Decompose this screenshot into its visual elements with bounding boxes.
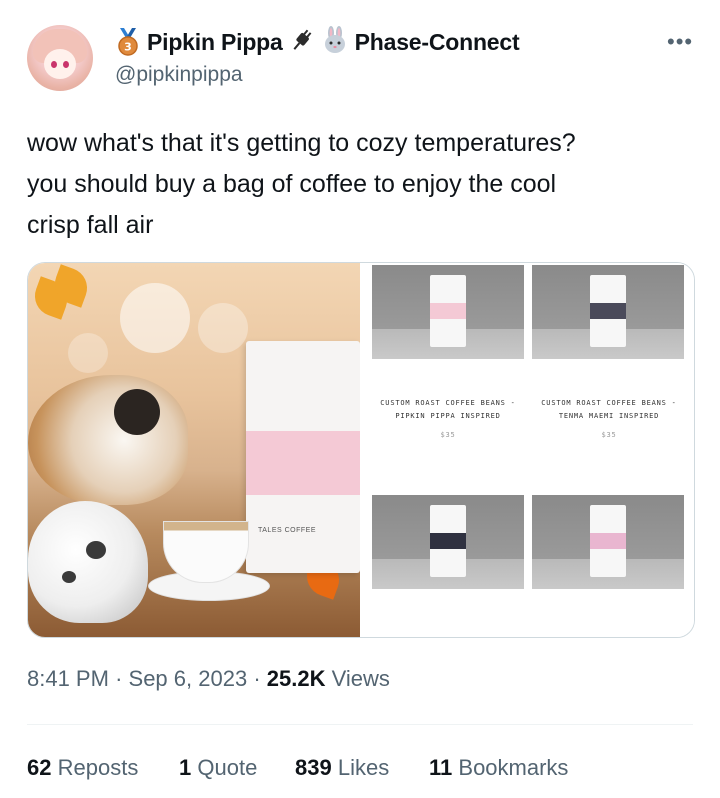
avatar-face: [44, 49, 76, 79]
medal-number: 3: [124, 41, 132, 54]
product-bag-label: [430, 303, 466, 319]
product-title-1: CUSTOM ROAST COFFEE BEANS - PIPKIN PIPPA…: [380, 399, 516, 420]
quotes-count: 1: [179, 755, 192, 780]
product-bag: [430, 275, 466, 347]
display-name[interactable]: Pipkin Pippa: [147, 29, 283, 56]
product-bag: [590, 275, 626, 347]
medal-icon: 3: [115, 28, 141, 56]
rabbit: [28, 501, 148, 623]
coffee-bag-brand: TALES COFFEE: [258, 527, 316, 534]
tweet-text: wow what's that it's getting to cozy tem…: [27, 129, 576, 239]
product-bag-label: [430, 533, 466, 549]
rabbit-emoji-icon: [321, 25, 349, 59]
separator: ·: [115, 666, 123, 691]
reposts-count: 62: [27, 755, 52, 780]
product-bag-label: [590, 533, 626, 549]
tweet-timestamp: 8:41 PM · Sep 6, 2023 · 25.2K Views: [27, 666, 390, 692]
reposts-stat[interactable]: 62 Reposts: [27, 755, 138, 781]
reposts-label: Reposts: [57, 755, 139, 780]
views-label: Views: [331, 666, 390, 691]
product-photo-4: [532, 495, 684, 589]
likes-stat[interactable]: 839 Likes: [295, 755, 389, 781]
name-row: 3 Pipkin Pippa Phase-Connect: [115, 25, 520, 59]
bokeh-light: [198, 303, 248, 353]
media-image[interactable]: TALES COFFEE CUSTOM ROAST COFFEE BEANS -…: [27, 262, 695, 638]
bokeh-light: [68, 333, 108, 373]
quotes-stat[interactable]: 1 Quote: [179, 755, 257, 781]
rabbit-spot: [62, 571, 76, 583]
views-count: 25.2K: [266, 666, 326, 691]
product-bag-label: [590, 303, 626, 319]
rabbit-patch: [114, 389, 160, 435]
avatar[interactable]: [27, 25, 93, 91]
bokeh-light: [120, 283, 190, 353]
plug-icon: [289, 27, 315, 58]
rabbit: [28, 375, 188, 505]
likes-label: Likes: [337, 755, 390, 780]
product-bag: [590, 505, 626, 577]
product-title-2: CUSTOM ROAST COFFEE BEANS - TENMA MAEMI …: [541, 399, 677, 420]
bookmarks-stat[interactable]: 11 Bookmarks: [429, 755, 568, 781]
tweet-date[interactable]: Sep 6, 2023: [129, 666, 248, 691]
affiliation-name[interactable]: Phase-Connect: [355, 29, 520, 56]
product-photo-2: [532, 265, 684, 359]
bookmarks-label: Bookmarks: [458, 755, 569, 780]
more-options-button[interactable]: •••: [667, 29, 693, 55]
product-photo-3: [372, 495, 524, 589]
tweet-header: 3 Pipkin Pippa Phase-Connect @pipkinpipp…: [27, 25, 697, 95]
avatar-eye-right: [63, 61, 69, 68]
left-photo: TALES COFFEE: [28, 263, 360, 637]
coffee-bag: TALES COFFEE: [246, 341, 360, 573]
bookmarks-count: 11: [429, 755, 453, 780]
product-bag: [430, 505, 466, 577]
quotes-label: Quote: [197, 755, 258, 780]
user-handle[interactable]: @pipkinpippa: [115, 63, 243, 87]
rabbit-spot: [86, 541, 106, 559]
avatar-eye-left: [51, 61, 57, 68]
product-grid: CUSTOM ROAST COFFEE BEANS - PIPKIN PIPPA…: [360, 263, 694, 637]
product-photo-1: [372, 265, 524, 359]
product-price-1: $35: [440, 431, 456, 439]
tweet-time[interactable]: 8:41 PM: [27, 666, 109, 691]
product-price-2: $35: [601, 431, 617, 439]
separator: ·: [253, 666, 261, 691]
divider: [27, 724, 693, 725]
coffee-bag-label: [246, 431, 360, 495]
likes-count: 839: [295, 755, 332, 780]
